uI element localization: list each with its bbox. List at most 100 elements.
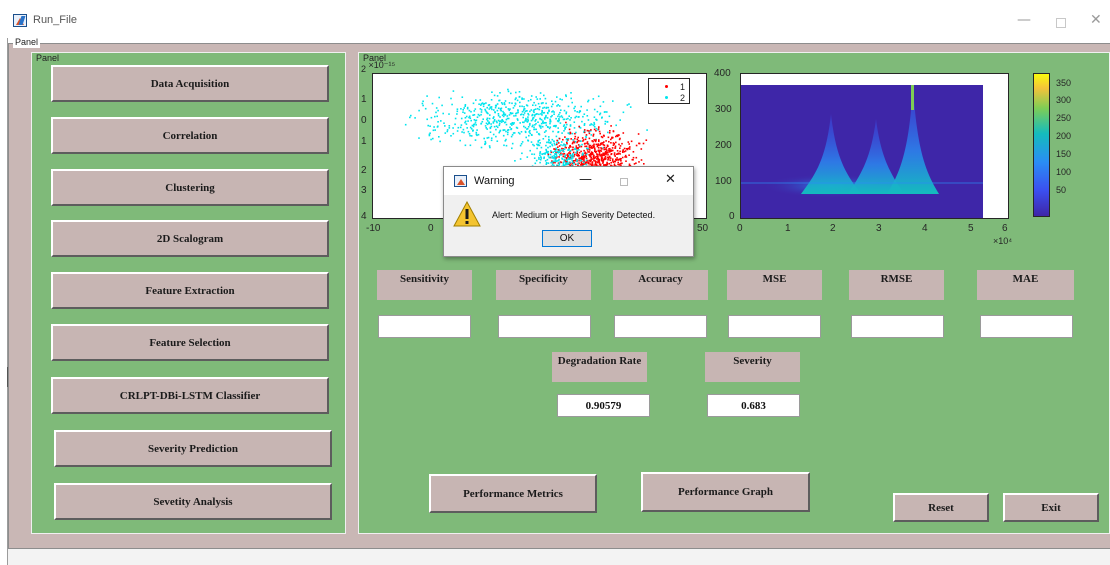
window-close-button[interactable]: ✕ xyxy=(1090,12,1102,28)
scatter-point xyxy=(561,98,563,101)
exit-button[interactable]: Exit xyxy=(1003,493,1099,522)
scatter-point xyxy=(537,102,540,105)
scatter-point xyxy=(496,103,499,105)
scatter-point xyxy=(509,126,511,129)
dialog-close-button[interactable]: ✕ xyxy=(665,172,676,187)
scatter-point xyxy=(539,92,542,94)
scatter-point xyxy=(503,112,505,114)
scatter-point xyxy=(480,111,483,113)
scatter-point xyxy=(597,150,600,152)
scatter-point xyxy=(623,147,626,150)
scatter-point xyxy=(542,102,544,104)
ok-button[interactable]: OK xyxy=(542,230,592,247)
scatter-point xyxy=(553,148,555,150)
scatter-point xyxy=(598,152,601,154)
scatter-point xyxy=(615,158,617,161)
scatter-point xyxy=(443,122,445,124)
scatter-point xyxy=(559,150,561,152)
scatter-point xyxy=(582,115,584,118)
mse-field[interactable] xyxy=(728,315,821,338)
scatter-point xyxy=(486,106,488,109)
scatter-point xyxy=(520,143,523,145)
scatter-point xyxy=(592,133,595,136)
scatter-point xyxy=(528,134,530,137)
scatter-point xyxy=(610,153,613,155)
scatter-point xyxy=(632,151,635,153)
scalogram-plot-area[interactable] xyxy=(740,73,1009,219)
scatter-point xyxy=(500,107,503,110)
warning-dialog[interactable]: Warning — ✕ Alert: Medium or High Severi… xyxy=(443,166,694,257)
classifier-button[interactable]: CRLPT-DBi-LSTM Classifier xyxy=(51,377,329,414)
scatter-point xyxy=(557,142,560,144)
performance-graph-button[interactable]: Performance Graph xyxy=(641,472,810,512)
scatter-point xyxy=(421,102,424,105)
scatter-point xyxy=(545,102,547,105)
legend-item-1: 1 xyxy=(653,81,689,92)
degradation-rate-label: Degradation Rate xyxy=(552,352,647,382)
dialog-titlebar[interactable]: Warning — ✕ xyxy=(444,167,693,195)
mae-field[interactable] xyxy=(980,315,1073,338)
window-maximize-button[interactable] xyxy=(1056,18,1066,28)
scatter-point xyxy=(488,104,491,106)
scatter-point xyxy=(537,141,539,143)
scatter-point xyxy=(557,115,559,118)
scatter-point xyxy=(565,121,567,124)
scatter-point xyxy=(461,131,463,133)
feature-selection-button[interactable]: Feature Selection xyxy=(51,324,329,361)
scatter-point xyxy=(426,95,428,97)
scatter-point xyxy=(588,146,591,148)
scatter-point xyxy=(473,124,475,126)
scatter-point xyxy=(595,127,598,130)
sensitivity-field[interactable] xyxy=(378,315,471,338)
reset-button[interactable]: Reset xyxy=(893,493,989,522)
scatter-point xyxy=(501,103,504,105)
scatter-point xyxy=(534,162,537,165)
severity-label: Severity xyxy=(705,352,800,382)
scatter-point xyxy=(514,103,517,105)
clustering-button[interactable]: Clustering xyxy=(51,169,329,206)
scatter-point xyxy=(448,127,451,129)
degradation-rate-field[interactable]: 0.90579 xyxy=(557,394,650,417)
scatter-point xyxy=(574,147,576,150)
scatter-point xyxy=(533,111,535,113)
scatter-legend[interactable]: 1 2 xyxy=(648,78,690,104)
scatter-point xyxy=(485,111,488,113)
severity-field[interactable]: 0.683 xyxy=(707,394,800,417)
feature-extraction-button[interactable]: Feature Extraction xyxy=(51,272,329,309)
dialog-minimize-button[interactable]: — xyxy=(579,172,592,187)
scatter-point xyxy=(490,99,493,101)
accuracy-field[interactable] xyxy=(614,315,707,338)
scatter-point xyxy=(525,104,528,106)
data-acquisition-button[interactable]: Data Acquisition xyxy=(51,65,329,102)
dialog-maximize-button[interactable] xyxy=(620,178,628,186)
scatter-point xyxy=(558,118,560,120)
scalogram-button[interactable]: 2D Scalogram xyxy=(51,220,329,257)
scatter-point xyxy=(578,151,581,154)
scatter-point xyxy=(564,156,566,158)
scatter-point xyxy=(632,159,634,161)
window-minimize-button[interactable]: — xyxy=(1017,12,1031,28)
scatter-point xyxy=(469,144,472,147)
scatter-point xyxy=(577,136,579,139)
rmse-field[interactable] xyxy=(851,315,944,338)
scatter-point xyxy=(543,157,545,160)
scatter-point xyxy=(515,91,517,94)
scatter-point xyxy=(603,157,606,159)
scatter-point xyxy=(503,103,506,106)
scatter-point xyxy=(496,95,499,97)
scatter-point xyxy=(508,114,511,116)
scatter-point xyxy=(523,98,525,100)
scatter-point xyxy=(464,121,466,124)
scatter-point xyxy=(509,112,512,114)
scatter-point xyxy=(448,113,450,115)
scatter-point xyxy=(472,130,474,132)
scatter-point xyxy=(518,96,521,98)
scatter-point xyxy=(504,140,507,142)
scatter-point xyxy=(562,118,565,121)
scatter-point xyxy=(570,138,572,140)
severity-analysis-button[interactable]: Sevetity Analysis xyxy=(54,483,332,520)
severity-prediction-button[interactable]: Severity Prediction xyxy=(54,430,332,467)
performance-metrics-button[interactable]: Performance Metrics xyxy=(429,474,597,513)
correlation-button[interactable]: Correlation xyxy=(51,117,329,154)
specificity-field[interactable] xyxy=(498,315,591,338)
